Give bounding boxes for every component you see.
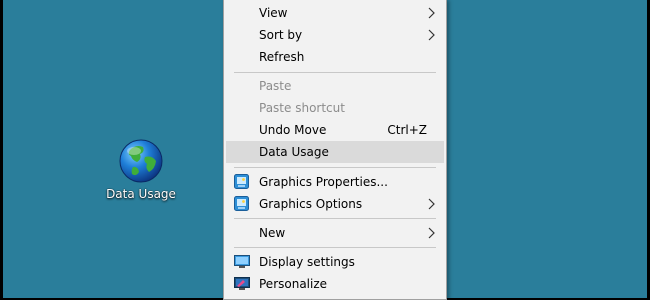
menu-item-label: Personalize (259, 277, 328, 291)
globe-icon (119, 139, 163, 183)
graphics-icon (234, 174, 249, 189)
menu-item-label: View (259, 6, 288, 20)
menu-item-label: Undo Move (259, 123, 327, 137)
menu-item-sort-by[interactable]: Sort by (226, 24, 444, 46)
personalize-icon (234, 277, 250, 290)
desktop-icon-label: Data Usage (106, 187, 176, 201)
menu-separator (234, 247, 436, 248)
menu-item-paste-shortcut[interactable]: Paste shortcut (226, 97, 444, 119)
chevron-right-icon (428, 7, 435, 19)
menu-item-graphics-options[interactable]: Graphics Options (226, 193, 444, 215)
menu-item-undo-move[interactable]: Undo Move Ctrl+Z (226, 119, 444, 141)
menu-item-data-usage[interactable]: Data Usage (226, 141, 444, 163)
menu-item-view[interactable]: View (226, 2, 444, 24)
menu-item-label: Paste shortcut (259, 101, 345, 115)
menu-item-label: Refresh (259, 50, 305, 64)
menu-item-label: Graphics Properties... (259, 175, 388, 189)
menu-item-label: Paste (259, 79, 292, 93)
chevron-right-icon (428, 198, 435, 210)
menu-item-new[interactable]: New (226, 222, 444, 244)
context-menu: View Sort by Refresh Paste Paste shortcu… (223, 0, 447, 300)
menu-item-label: Display settings (259, 255, 355, 269)
menu-separator (234, 218, 436, 219)
menu-item-graphics-properties[interactable]: Graphics Properties... (226, 171, 444, 193)
menu-separator (234, 72, 436, 73)
menu-item-label: Sort by (259, 28, 303, 42)
menu-item-personalize[interactable]: Personalize (226, 273, 444, 295)
graphics-icon (234, 196, 249, 211)
chevron-right-icon (428, 227, 435, 239)
menu-item-shortcut: Ctrl+Z (387, 123, 427, 137)
chevron-right-icon (428, 29, 435, 41)
menu-item-refresh[interactable]: Refresh (226, 46, 444, 68)
display-icon (234, 255, 250, 268)
menu-item-label: New (259, 226, 286, 240)
desktop-shortcut-data-usage[interactable]: Data Usage (101, 138, 181, 201)
menu-item-display-settings[interactable]: Display settings (226, 251, 444, 273)
menu-item-paste[interactable]: Paste (226, 75, 444, 97)
menu-item-label: Graphics Options (259, 197, 363, 211)
menu-separator (234, 167, 436, 168)
menu-item-label: Data Usage (259, 145, 329, 159)
